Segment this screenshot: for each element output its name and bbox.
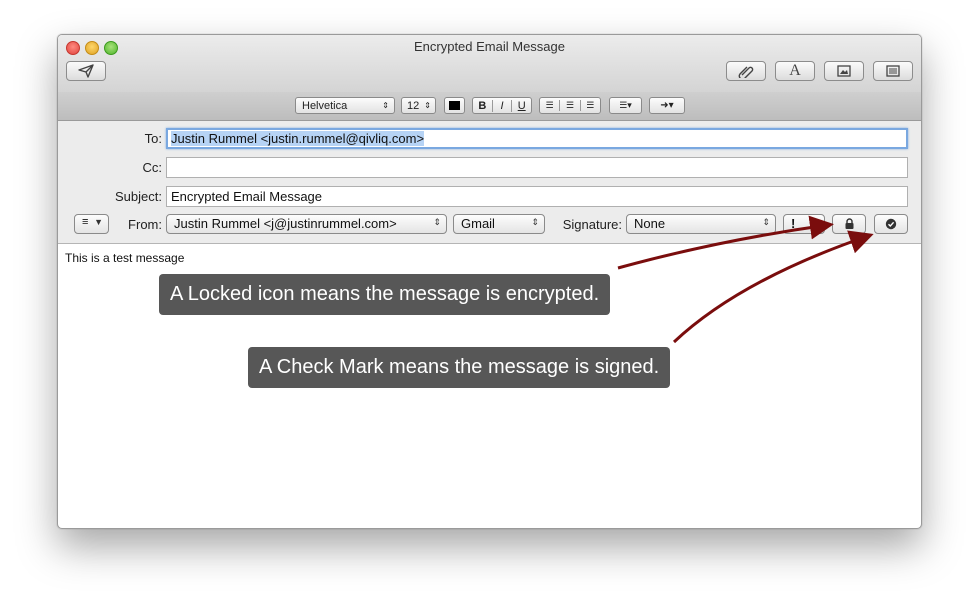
encrypted-arrow xyxy=(617,215,834,270)
encrypted-callout: A Locked icon means the message is encry… xyxy=(159,274,611,315)
signed-callout: A Check Mark means the message is signed… xyxy=(248,347,671,388)
signed-arrow xyxy=(672,230,874,344)
